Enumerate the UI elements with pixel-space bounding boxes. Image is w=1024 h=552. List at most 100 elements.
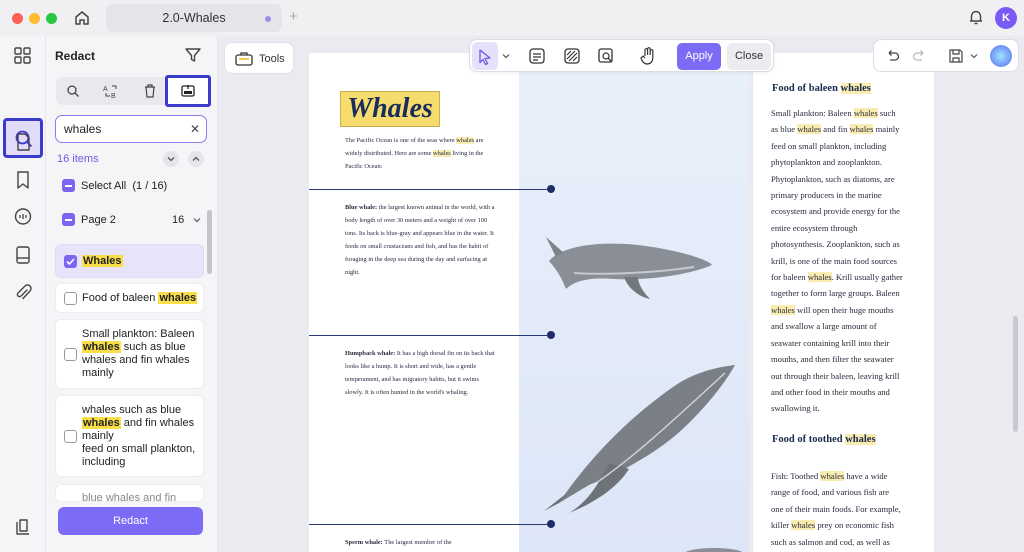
redact-area-icon[interactable] (563, 47, 581, 65)
paperclip-icon[interactable] (13, 283, 33, 303)
zoom-window-button[interactable] (46, 13, 57, 24)
result-checkbox[interactable] (64, 430, 77, 443)
cursor-icon (479, 49, 491, 65)
chevron-down-icon[interactable] (970, 52, 978, 60)
result-checkbox[interactable] (64, 255, 77, 268)
chevron-up-icon (192, 156, 200, 161)
document-title: Whales (340, 91, 440, 127)
sperm-whale-image (685, 548, 743, 552)
select-all-count: (1 / 16) (132, 180, 168, 192)
replace-mode-icon[interactable]: AB (103, 83, 119, 99)
result-text: Food of baleen whales (82, 292, 198, 304)
paragraph-line: whales will open their huge mouths (771, 304, 894, 315)
chevron-down-icon[interactable] (502, 52, 510, 60)
paragraph-line: feed on small plankton, including (771, 140, 887, 151)
paragraph-line: as blue whales and fin whales mainly (771, 124, 900, 135)
select-all-checkbox[interactable] (62, 179, 75, 192)
paragraph-line: one of their main foods. For example, (771, 503, 901, 514)
document-viewer[interactable]: Whales The Pacific Ocean is one of the s… (218, 36, 1024, 552)
chevron-down-icon (167, 157, 175, 162)
page-icon[interactable] (13, 132, 33, 152)
ai-assistant-icon[interactable] (990, 45, 1012, 67)
bookmark-icon[interactable] (13, 170, 33, 190)
svg-text:B: B (111, 93, 116, 99)
new-tab-icon[interactable]: + (289, 8, 298, 25)
paragraph-line: range of food, and various fish are (771, 487, 890, 498)
paragraph-line: Fish: Toothed whales have a wide (771, 471, 888, 481)
paragraph-line: primary producers in the marine (771, 190, 882, 201)
result-checkbox[interactable] (64, 348, 77, 361)
close-window-button[interactable] (12, 13, 23, 24)
paragraph-line: phytoplankton and zooplankton. (771, 157, 882, 168)
blue-whale-image (546, 237, 712, 299)
apply-button[interactable]: Apply (677, 43, 721, 70)
layers-icon[interactable] (13, 518, 33, 538)
comment-icon[interactable] (13, 207, 33, 227)
result-item[interactable]: Food of baleen whales (55, 283, 204, 313)
result-item[interactable]: Whales (55, 244, 204, 278)
paragraph-line: such as salmon and cod, as well as (771, 536, 890, 547)
result-item[interactable]: whales such as blue whales and fin whale… (55, 395, 204, 477)
redact-button[interactable]: Redact (58, 507, 203, 535)
paragraph-line: Small plankton: Baleen whales such (771, 108, 896, 118)
connector-line (309, 189, 551, 190)
toolbox-icon (235, 51, 253, 67)
redact-mode-tab[interactable] (165, 75, 211, 107)
paragraph-line: seawater containing krill into their (771, 337, 890, 348)
page-group-checkbox[interactable] (62, 213, 75, 226)
grid-icon[interactable] (13, 46, 33, 66)
result-item[interactable]: Small plankton: Baleen whales such as bl… (55, 319, 204, 389)
baleen-paragraph: Small plankton: Baleen whales such as blu… (771, 105, 931, 417)
redo-icon[interactable] (912, 48, 928, 64)
clear-icon[interactable]: ✕ (190, 122, 200, 136)
avatar[interactable]: K (995, 7, 1017, 29)
redact-panel: Redact AB whales ✕ 16 items Select All (… (46, 36, 218, 552)
paragraph-line: ecosystem and provide energy for the (771, 206, 900, 217)
document-tab[interactable]: 2.0-Whales (106, 4, 282, 32)
paragraph-line: mouths, and then filter the seawater (771, 354, 894, 365)
result-item[interactable]: blue whales and fin (55, 484, 204, 502)
title-bar: 2.0-Whales + K (0, 0, 1024, 36)
expand-all-button[interactable] (188, 151, 204, 167)
panel-scrollbar[interactable] (207, 210, 212, 274)
minimize-window-button[interactable] (29, 13, 40, 24)
search-mode-icon[interactable] (66, 84, 80, 98)
unsaved-dot-icon (265, 16, 271, 22)
paragraph-line: together to form large groups. Baleen (771, 288, 900, 299)
tab-title: 2.0-Whales (162, 11, 226, 25)
document-scrollbar[interactable] (1013, 316, 1018, 432)
page-left-text (309, 53, 519, 552)
connector-dot (547, 185, 555, 193)
paragraph-line: killer whales prey on economic fish (771, 520, 894, 531)
paragraph-line: and swallow a large amount of (771, 321, 877, 332)
tool-rail (0, 36, 46, 552)
chevron-down-icon[interactable] (192, 215, 202, 225)
page-group-count: 16 (172, 214, 185, 226)
filter-icon[interactable] (184, 46, 202, 64)
result-text: blue whales and fin (82, 492, 177, 502)
undo-icon[interactable] (884, 48, 900, 64)
collapse-all-button[interactable] (163, 151, 179, 167)
tools-button[interactable]: Tools (224, 42, 294, 74)
home-icon[interactable] (73, 9, 91, 27)
hand-redact-icon[interactable] (639, 46, 657, 66)
paragraph-line: out through their baleen, leaving krill (771, 370, 900, 381)
connector-line (309, 524, 551, 525)
search-redact-icon[interactable] (597, 47, 615, 65)
select-tool-button[interactable] (472, 42, 498, 70)
save-icon[interactable] (948, 48, 964, 64)
result-checkbox[interactable] (64, 292, 77, 305)
delete-mode-icon[interactable] (143, 83, 157, 99)
file-icon[interactable] (13, 245, 33, 265)
close-button[interactable]: Close (727, 43, 771, 70)
paragraph-line: photosynthesis. Zooplankton, such as (771, 239, 900, 250)
page-left-illustration (519, 53, 749, 552)
redact-text-icon[interactable] (528, 47, 546, 65)
result-text: whales such as blue whales and fin whale… (82, 404, 196, 468)
humpback-paragraph: Humpback whale: It has a high dorsal fin… (345, 350, 495, 396)
connector-line (309, 335, 551, 336)
redact-toolbar: Apply Close (469, 39, 774, 72)
search-input[interactable]: whales ✕ (55, 115, 207, 143)
paragraph-line: Phytoplankton, such as diatoms, are (771, 173, 895, 184)
bell-icon[interactable] (967, 8, 985, 26)
